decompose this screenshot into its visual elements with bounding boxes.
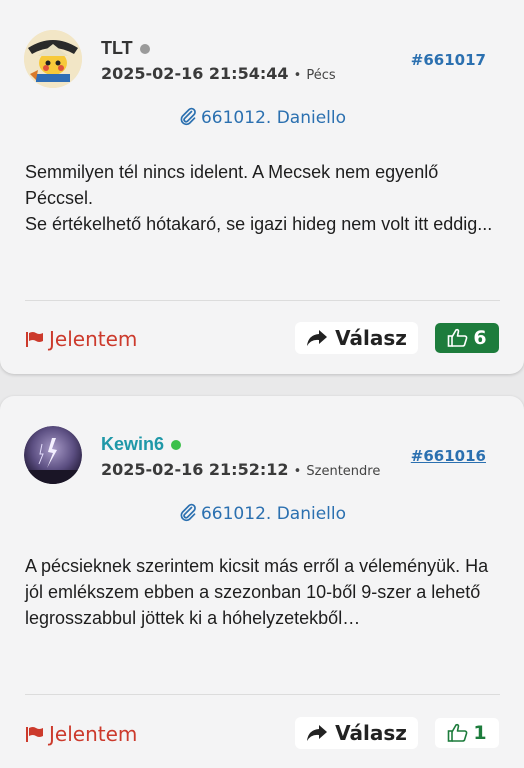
flag-icon xyxy=(26,332,43,347)
reply-button[interactable]: Válasz xyxy=(295,322,418,354)
post-location: Szentendre xyxy=(306,464,381,479)
meta-separator: • xyxy=(293,68,302,83)
share-arrow-icon xyxy=(307,330,328,346)
flag-icon xyxy=(26,727,43,742)
report-button[interactable]: Jelentem xyxy=(25,722,137,746)
reply-label[interactable]: Válasz xyxy=(335,326,407,350)
reply-reference-link[interactable]: 661012. Daniello xyxy=(0,106,524,128)
author-name[interactable]: Kewin6 xyxy=(101,434,182,455)
offline-status-icon xyxy=(139,43,150,54)
report-button[interactable]: Jelentem xyxy=(25,327,137,351)
avatar[interactable] xyxy=(24,426,82,484)
post-body: A pécsieknek szerintem kicsit más erről … xyxy=(25,553,505,631)
post-meta: 2025-02-16 21:52:12 • Szentendre xyxy=(101,460,380,479)
like-button[interactable]: 6 xyxy=(435,323,499,353)
post-location: Pécs xyxy=(306,68,336,83)
post-meta: 2025-02-16 21:54:44 • Pécs xyxy=(101,64,336,83)
avatar-image xyxy=(24,30,82,88)
comment-card: Kewin6 2025-02-16 21:52:12 • Szentendre … xyxy=(0,396,524,768)
like-count[interactable]: 1 xyxy=(473,722,486,744)
post-id-link[interactable]: #661016 xyxy=(411,447,486,465)
post-body-paragraph: Se értékelhető hótakaró, se igazi hideg … xyxy=(25,214,493,234)
paperclip-icon xyxy=(180,107,196,126)
share-arrow-icon xyxy=(307,725,328,741)
post-body-paragraph: Semmilyen tél nincs idelent. A Mecsek ne… xyxy=(25,162,439,208)
divider xyxy=(25,694,500,695)
post-id-link[interactable]: #661017 xyxy=(411,51,486,69)
reply-label[interactable]: Válasz xyxy=(335,721,407,745)
author-name[interactable]: TLT xyxy=(101,38,150,59)
like-count[interactable]: 6 xyxy=(473,327,486,349)
post-body: Semmilyen tél nincs idelent. A Mecsek ne… xyxy=(25,159,505,237)
meta-separator: • xyxy=(293,464,302,479)
report-label[interactable]: Jelentem xyxy=(49,722,137,746)
post-date: 2025-02-16 21:52:12 xyxy=(101,460,289,479)
online-status-icon xyxy=(171,439,182,450)
comment-card: TLT 2025-02-16 21:54:44 • Pécs #661017 6… xyxy=(0,0,524,374)
reply-reference-label[interactable]: 661012. Daniello xyxy=(201,504,346,524)
paperclip-icon xyxy=(180,503,196,522)
reply-reference-label[interactable]: 661012. Daniello xyxy=(201,108,346,128)
reply-reference-link[interactable]: 661012. Daniello xyxy=(0,502,524,524)
report-label[interactable]: Jelentem xyxy=(49,327,137,351)
post-body-paragraph: A pécsieknek szerintem kicsit más erről … xyxy=(25,556,489,628)
author-label[interactable]: TLT xyxy=(101,38,133,59)
post-date: 2025-02-16 21:54:44 xyxy=(101,64,289,83)
like-button[interactable]: 1 xyxy=(435,718,499,748)
thumbs-up-icon xyxy=(448,723,468,742)
divider xyxy=(25,300,500,301)
author-label[interactable]: Kewin6 xyxy=(101,434,164,455)
avatar[interactable] xyxy=(24,30,82,88)
reply-button[interactable]: Válasz xyxy=(295,717,418,749)
thumbs-up-icon xyxy=(448,328,468,347)
avatar-image xyxy=(24,426,82,484)
